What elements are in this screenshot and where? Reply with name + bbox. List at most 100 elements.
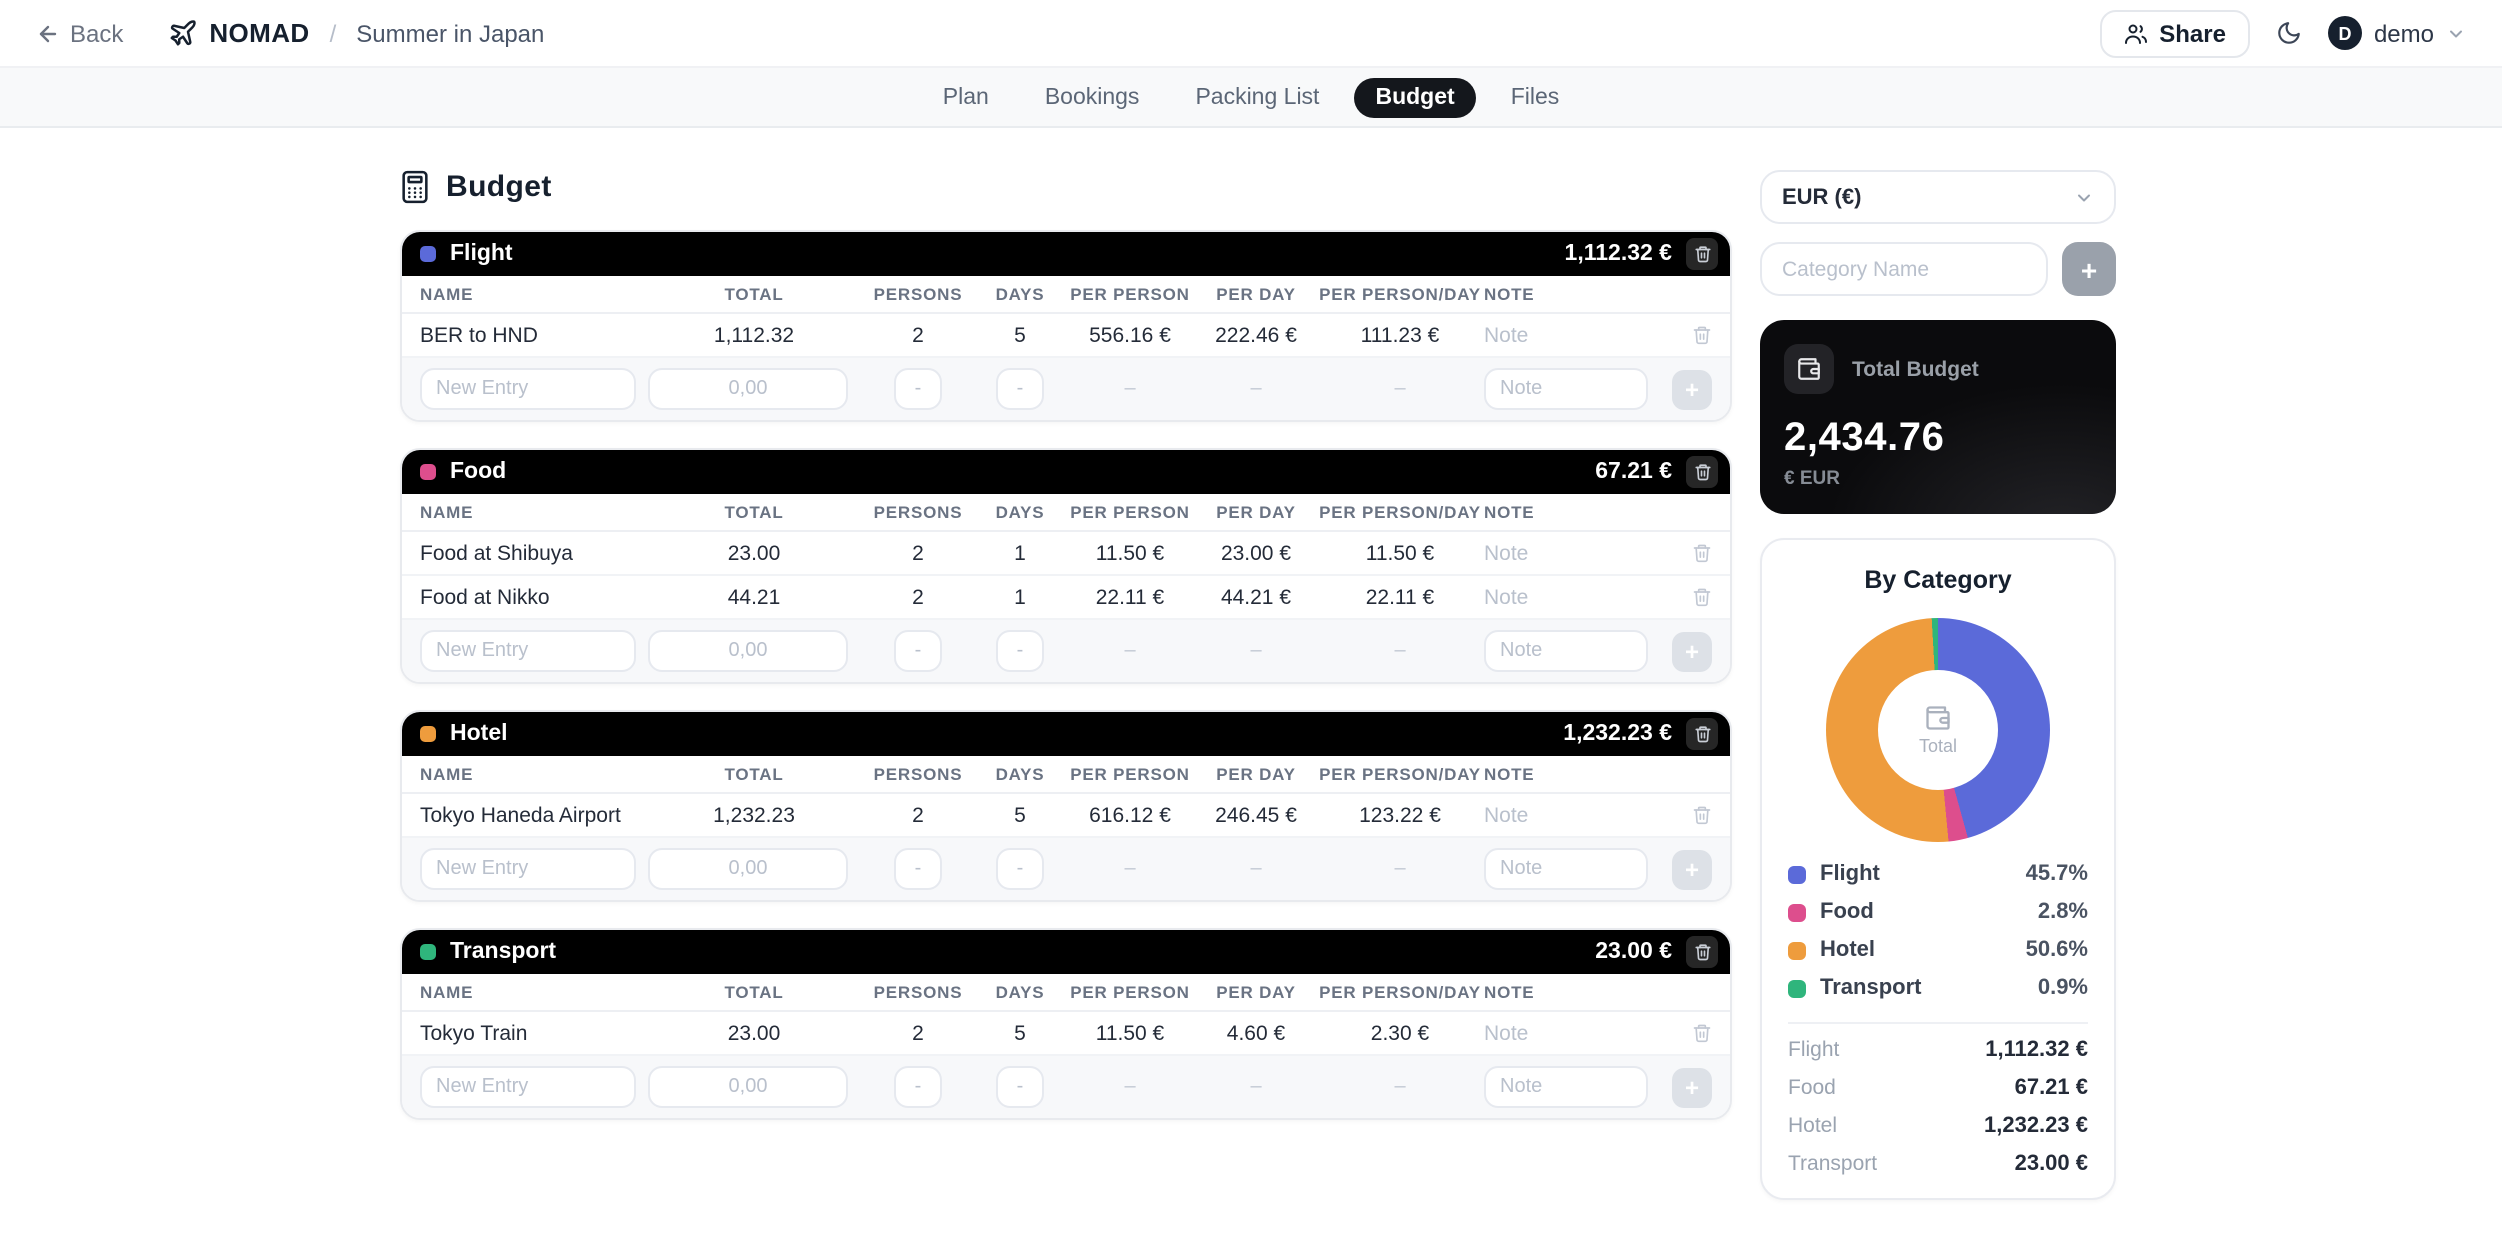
cell-per-day: 23.00 €	[1196, 541, 1316, 565]
new-entry-name-input[interactable]	[420, 1066, 636, 1108]
per-day-placeholder: –	[1196, 1076, 1316, 1098]
delete-category-button[interactable]	[1686, 936, 1718, 968]
user-menu[interactable]: D demo	[2328, 16, 2466, 50]
delete-entry-button[interactable]	[1660, 542, 1712, 564]
per-person-day-placeholder: –	[1316, 1076, 1484, 1098]
column-header-row: NAMETOTALPERSONSDAYSPER PERSONPER DAYPER…	[402, 756, 1730, 794]
category-total: 23.00 €	[1595, 940, 1672, 964]
cell-note[interactable]: Note	[1484, 541, 1660, 565]
delete-category-button[interactable]	[1686, 718, 1718, 750]
column-header: NOTE	[1484, 764, 1660, 784]
cell-note[interactable]: Note	[1484, 803, 1660, 827]
add-entry-button[interactable]: +	[1672, 631, 1712, 671]
new-entry-name-input[interactable]	[420, 368, 636, 410]
new-entry-days-input[interactable]	[996, 1066, 1044, 1108]
currency-select[interactable]: EUR (€)	[1760, 170, 2116, 224]
tab-files[interactable]: Files	[1489, 77, 1582, 117]
tab-packing-list[interactable]: Packing List	[1173, 77, 1341, 117]
back-button[interactable]: Back	[36, 19, 123, 47]
new-entry-name-input[interactable]	[420, 848, 636, 890]
category-card: Flight 1,112.32 € NAMETOTALPERSONSDAYSPE…	[400, 230, 1732, 422]
add-entry-button[interactable]: +	[1672, 1067, 1712, 1107]
delete-category-button[interactable]	[1686, 238, 1718, 270]
wallet-icon	[1784, 344, 1834, 394]
legend-label: Flight	[1820, 862, 1880, 886]
new-entry-note-input[interactable]	[1484, 368, 1648, 410]
column-header: NOTE	[1484, 284, 1660, 304]
category-total: 1,112.32 €	[1565, 242, 1672, 266]
delete-category-button[interactable]	[1686, 456, 1718, 488]
legend-color-dot	[1788, 979, 1806, 997]
new-entry-days-input[interactable]	[996, 848, 1044, 890]
cell-persons: 2	[860, 323, 976, 347]
new-entry-persons-input[interactable]	[894, 1066, 942, 1108]
share-button[interactable]: Share	[2099, 9, 2250, 57]
cell-note[interactable]: Note	[1484, 323, 1660, 347]
add-category-button[interactable]: +	[2062, 242, 2116, 296]
tab-bookings[interactable]: Bookings	[1023, 77, 1162, 117]
category-total: 67.21 €	[1595, 460, 1672, 484]
cell-name: Tokyo Train	[420, 1021, 648, 1045]
brand[interactable]: NOMAD	[167, 18, 309, 48]
cell-note[interactable]: Note	[1484, 1021, 1660, 1045]
entry-row: BER to HND 1,112.32 2 5 556.16 € 222.46 …	[402, 314, 1730, 358]
legend-label: Hotel	[1820, 938, 1875, 962]
entry-row: Food at Nikko 44.21 2 1 22.11 € 44.21 € …	[402, 576, 1730, 620]
new-entry-note-input[interactable]	[1484, 848, 1648, 890]
new-entry-total-input[interactable]	[648, 368, 848, 410]
per-day-placeholder: –	[1196, 640, 1316, 662]
cell-per-person: 22.11 €	[1064, 585, 1196, 609]
new-entry-note-input[interactable]	[1484, 1066, 1648, 1108]
category-total-row: Flight1,112.32 €	[1788, 1038, 2088, 1062]
cell-persons: 2	[860, 585, 976, 609]
per-person-placeholder: –	[1064, 378, 1196, 400]
avatar: D	[2328, 16, 2362, 50]
column-header: PERSONS	[860, 284, 976, 304]
delete-entry-button[interactable]	[1660, 804, 1712, 826]
cell-per-person-day: 111.23 €	[1316, 323, 1484, 347]
chart-title: By Category	[1788, 566, 2088, 594]
cell-days: 5	[976, 803, 1064, 827]
category-name-input[interactable]	[1760, 242, 2048, 296]
new-entry-persons-input[interactable]	[894, 368, 942, 410]
new-entry-total-input[interactable]	[648, 630, 848, 672]
category-color-dot	[420, 726, 436, 742]
cell-per-person: 11.50 €	[1064, 541, 1196, 565]
new-entry-row: – – – +	[402, 838, 1730, 900]
new-entry-days-input[interactable]	[996, 368, 1044, 410]
new-entry-total-input[interactable]	[648, 848, 848, 890]
per-person-placeholder: –	[1064, 858, 1196, 880]
column-header: TOTAL	[648, 764, 860, 784]
category-name: Flight	[450, 242, 513, 266]
total-budget-card: Total Budget 2,434.76 € EUR	[1760, 320, 2116, 514]
new-entry-note-input[interactable]	[1484, 630, 1648, 672]
breadcrumb-trip-title: Summer in Japan	[356, 19, 544, 47]
column-header: PER DAY	[1196, 502, 1316, 522]
people-icon	[2123, 21, 2147, 45]
add-entry-button[interactable]: +	[1672, 369, 1712, 409]
entry-row: Food at Shibuya 23.00 2 1 11.50 € 23.00 …	[402, 532, 1730, 576]
new-entry-total-input[interactable]	[648, 1066, 848, 1108]
add-entry-button[interactable]: +	[1672, 849, 1712, 889]
new-entry-persons-input[interactable]	[894, 630, 942, 672]
wallet-icon	[1924, 704, 1952, 732]
category-card: Food 67.21 € NAMETOTALPERSONSDAYSPER PER…	[400, 448, 1732, 684]
category-header: Hotel 1,232.23 €	[402, 712, 1730, 756]
cell-note[interactable]: Note	[1484, 585, 1660, 609]
donut-center: Total	[1878, 670, 1998, 790]
tab-plan[interactable]: Plan	[921, 77, 1011, 117]
delete-entry-button[interactable]	[1660, 586, 1712, 608]
cell-persons: 2	[860, 803, 976, 827]
calculator-icon	[400, 170, 430, 204]
add-category-row: +	[1760, 242, 2116, 296]
total-row-label: Transport	[1788, 1152, 1877, 1176]
new-entry-days-input[interactable]	[996, 630, 1044, 672]
delete-entry-button[interactable]	[1660, 324, 1712, 346]
tab-budget[interactable]: Budget	[1353, 77, 1476, 117]
new-entry-persons-input[interactable]	[894, 848, 942, 890]
trash-icon	[1692, 324, 1712, 346]
delete-entry-button[interactable]	[1660, 1022, 1712, 1044]
column-header: PER DAY	[1196, 284, 1316, 304]
new-entry-name-input[interactable]	[420, 630, 636, 672]
dark-mode-toggle[interactable]	[2276, 20, 2302, 46]
